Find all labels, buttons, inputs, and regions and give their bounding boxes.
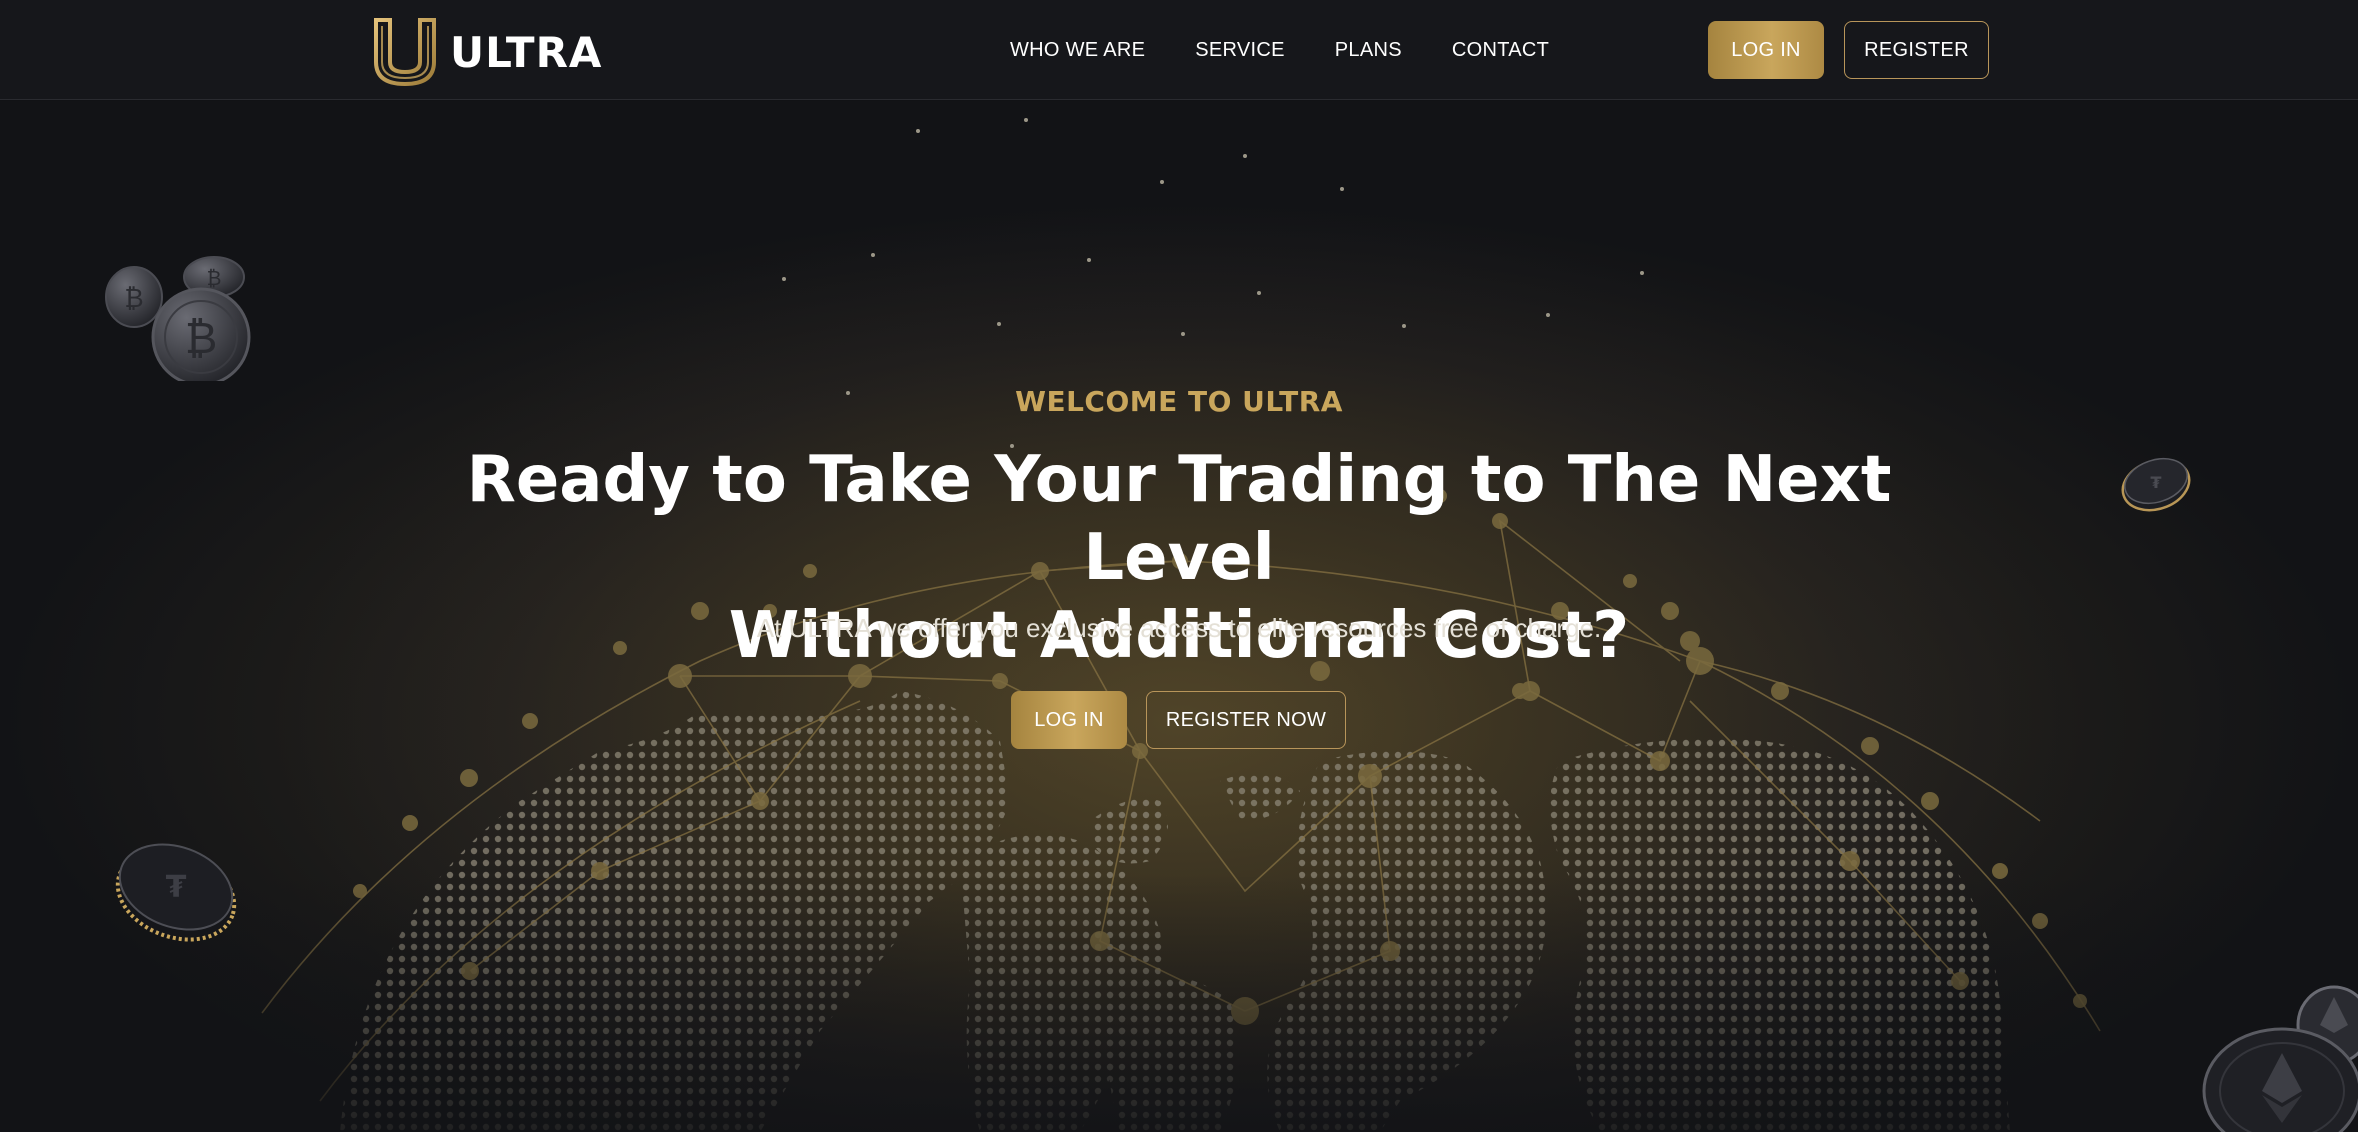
tether-coin-icon: ₮ bbox=[2121, 457, 2191, 512]
nav-link-contact[interactable]: CONTACT bbox=[1452, 39, 1549, 62]
svg-text:₮: ₮ bbox=[166, 870, 187, 905]
hero-eyebrow: WELCOME TO ULTRA bbox=[1015, 385, 1343, 418]
hero-section: ₿ ₿ ₿ ₮ ₮ WELCOME TO ULTRA Ready to Take… bbox=[0, 101, 2358, 1132]
nav-link-plans[interactable]: PLANS bbox=[1335, 39, 1402, 62]
hero-login-button[interactable]: LOG IN bbox=[1011, 691, 1127, 749]
nav-link-who-we-are[interactable]: WHO WE ARE bbox=[1010, 39, 1145, 62]
top-navbar: ULTRA WHO WE ARE SERVICE PLANS CONTACT L… bbox=[0, 0, 2358, 100]
hero-headline-line-1: Ready to Take Your Trading to The Next L… bbox=[466, 443, 1892, 595]
logo-wordmark: ULTRA bbox=[450, 27, 603, 77]
nav-link-service[interactable]: SERVICE bbox=[1195, 39, 1285, 62]
ultra-logo[interactable]: ULTRA bbox=[372, 18, 602, 86]
hero-register-now-button[interactable]: REGISTER NOW bbox=[1146, 691, 1346, 749]
main-nav: WHO WE ARE SERVICE PLANS CONTACT bbox=[1010, 0, 1549, 100]
svg-text:₿: ₿ bbox=[207, 266, 222, 290]
nav-register-button[interactable]: REGISTER bbox=[1844, 21, 1989, 79]
nav-login-button[interactable]: LOG IN bbox=[1708, 21, 1824, 79]
svg-text:₿: ₿ bbox=[185, 313, 218, 364]
svg-text:₿: ₿ bbox=[124, 284, 143, 314]
hero-subheadline: At ULTRA we offer you exclusive access t… bbox=[756, 613, 1602, 643]
ethereum-coin-icon bbox=[2202, 985, 2358, 1132]
ultra-u-logo-icon bbox=[374, 18, 436, 86]
svg-text:₮: ₮ bbox=[2150, 473, 2161, 492]
bitcoin-coin-icon: ₿ ₿ ₿ bbox=[105, 256, 251, 381]
tether-coin-icon: ₮ bbox=[115, 843, 237, 942]
